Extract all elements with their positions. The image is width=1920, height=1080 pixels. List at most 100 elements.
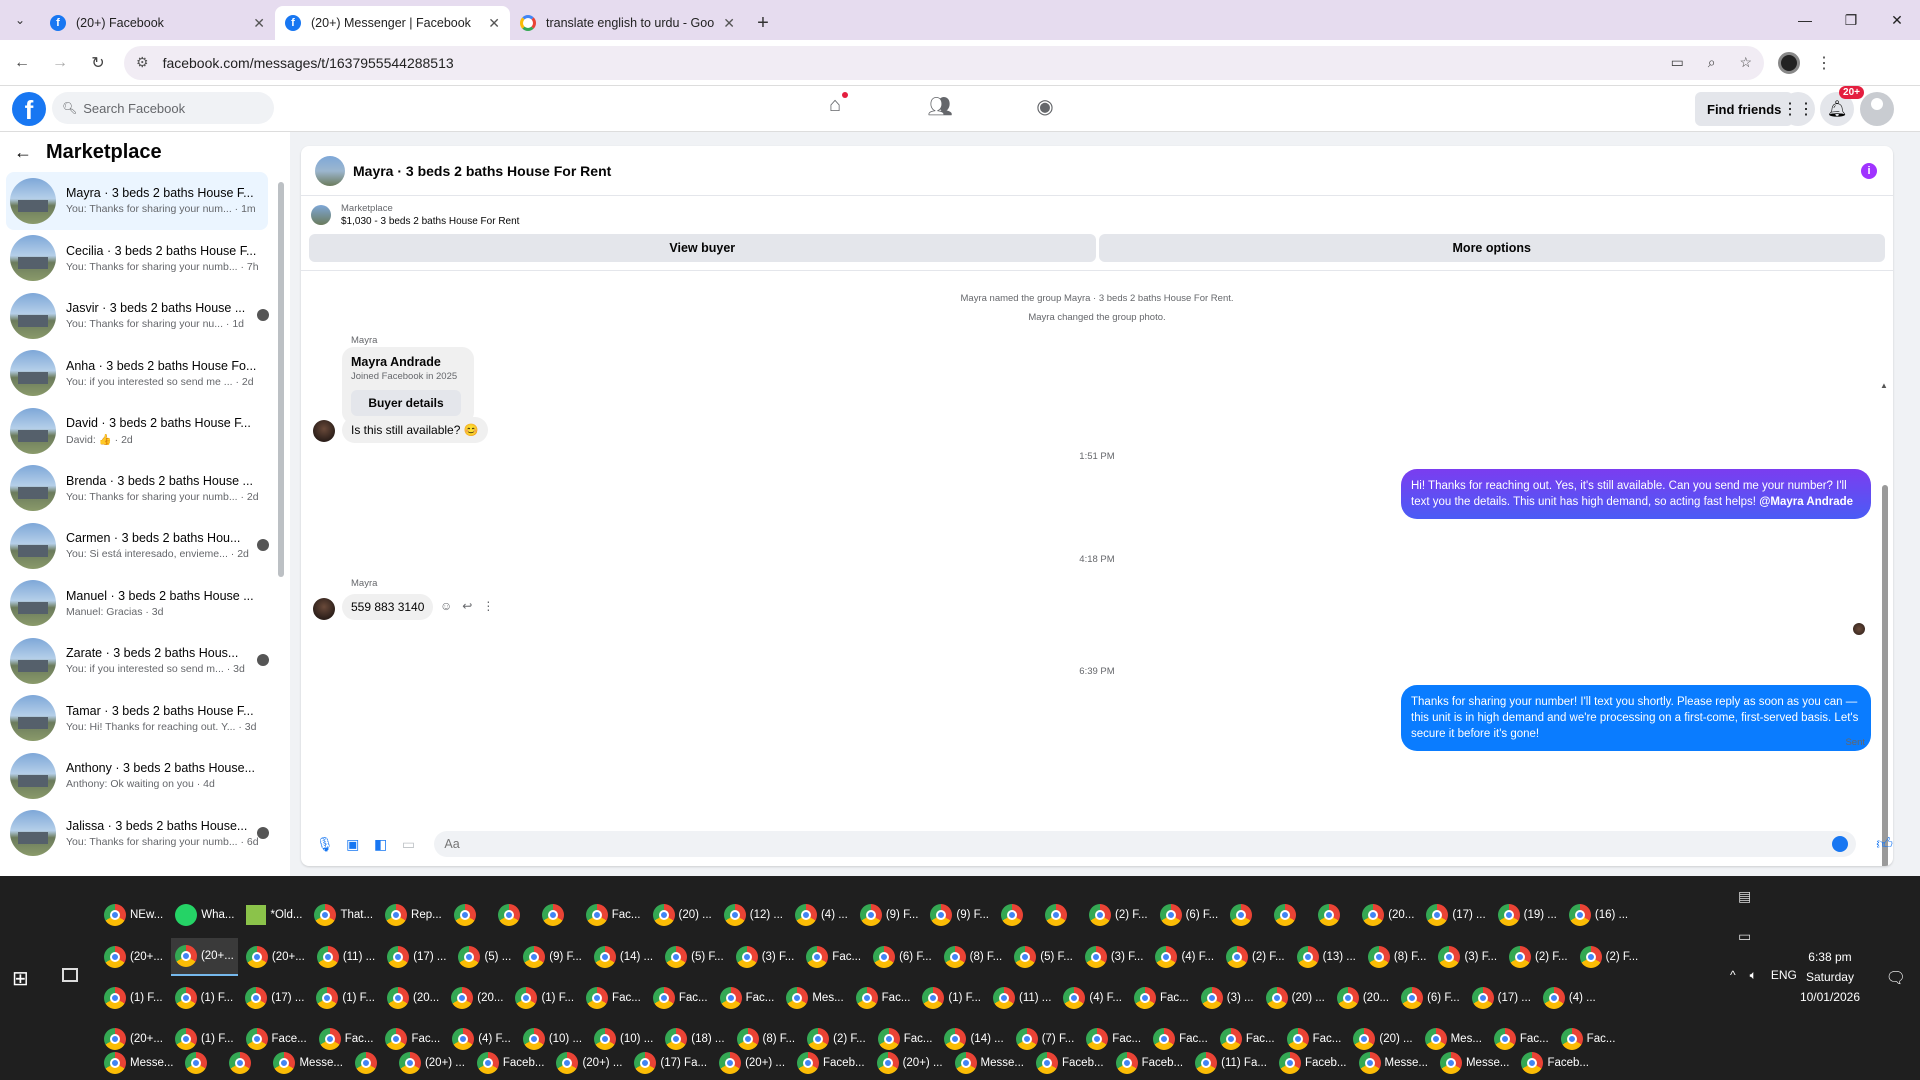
url-field[interactable]: ⚙ facebook.com/messages/t/16379555442885…: [124, 45, 1764, 80]
taskbar-window-button[interactable]: [1226, 896, 1266, 934]
taskbar-window-button[interactable]: (14) ...: [590, 938, 657, 976]
tab-messenger[interactable]: f (20+) Messenger | Facebook ✕: [275, 6, 510, 40]
groups-icon[interactable]: ◉: [1030, 94, 1060, 119]
taskbar-window-button[interactable]: [1041, 896, 1081, 934]
search-facebook-input[interactable]: 🔍︎ Search Facebook: [52, 92, 274, 124]
close-tab-icon[interactable]: ✕: [488, 15, 500, 32]
sender-avatar[interactable]: [313, 420, 335, 442]
outgoing-message[interactable]: Thanks for sharing your number! I'll tex…: [1401, 685, 1871, 752]
sender-avatar[interactable]: [313, 598, 335, 620]
taskbar-window-button[interactable]: [1270, 896, 1310, 934]
taskbar-window-button[interactable]: (20...: [383, 979, 443, 1017]
taskbar-window-button[interactable]: (9) F...: [926, 896, 993, 934]
taskbar-window-button[interactable]: (2) F...: [1505, 938, 1572, 976]
taskbar-window-button[interactable]: (20+) ...: [873, 1044, 947, 1080]
conversation-item[interactable]: Jasvir · 3 beds 2 baths House ... You: Th…: [0, 287, 275, 345]
taskbar-window-button[interactable]: (1) F...: [511, 979, 578, 1017]
home-icon[interactable]: ⌂: [820, 92, 850, 119]
taskbar-window-button[interactable]: (13) ...: [1293, 938, 1360, 976]
taskbar-window-button[interactable]: Faceb...: [1517, 1044, 1593, 1080]
taskbar-window-button[interactable]: (17) ...: [1468, 979, 1535, 1017]
find-friends-button[interactable]: Find friends: [1695, 92, 1794, 126]
taskbar-window-button[interactable]: Fac...: [649, 979, 712, 1017]
taskbar-window-button[interactable]: (16) ...: [1565, 896, 1632, 934]
taskbar-window-button[interactable]: (5) F...: [1010, 938, 1077, 976]
taskbar-window-button[interactable]: (4) F...: [1151, 938, 1218, 976]
taskbar-window-button[interactable]: Fac...: [582, 979, 645, 1017]
taskbar-window-button[interactable]: (5) ...: [454, 938, 515, 976]
taskbar-window-button[interactable]: (20+...: [170, 938, 238, 976]
conversation-item[interactable]: Tamar · 3 beds 2 baths House F... You: Hi…: [0, 690, 275, 748]
close-tab-icon[interactable]: ✕: [253, 15, 265, 32]
taskbar-window-button[interactable]: Faceb...: [793, 1044, 869, 1080]
taskbar-window-button[interactable]: (1) F...: [171, 979, 238, 1017]
notifications-bell-icon[interactable]: 🔔︎ 20+: [1820, 86, 1864, 126]
sidebar-scrollbar[interactable]: [277, 172, 285, 872]
conversation-item[interactable]: Manuel · 3 beds 2 baths House ... Manuel:…: [0, 575, 275, 633]
buyer-details-button[interactable]: Buyer details: [351, 390, 461, 416]
taskbar-window-button[interactable]: (17) ...: [383, 938, 450, 976]
conversation-item[interactable]: Anha · 3 beds 2 baths House Fo... You: if…: [0, 345, 275, 403]
language-indicator[interactable]: ENG: [1771, 968, 1797, 983]
chat-scrollbar[interactable]: ▲: [1880, 381, 1889, 866]
taskbar-window-button[interactable]: (6) F...: [1397, 979, 1464, 1017]
taskbar-window-button[interactable]: [225, 1044, 265, 1080]
install-app-icon[interactable]: ▭: [1671, 54, 1684, 70]
more-icon[interactable]: ⋮: [482, 599, 494, 613]
taskbar-window-button[interactable]: (20...: [447, 979, 507, 1017]
conversation-item[interactable]: Mayra · 3 beds 2 baths House F... You: Th…: [6, 172, 268, 230]
chevron-up-icon[interactable]: ^: [1730, 968, 1736, 983]
taskbar-window-button[interactable]: (3) ...: [1197, 979, 1258, 1017]
account-avatar[interactable]: [1860, 92, 1894, 126]
back-arrow-icon[interactable]: ←: [14, 142, 32, 163]
site-info-icon[interactable]: ⚙: [136, 54, 149, 71]
taskbar-window-button[interactable]: Fac...: [1130, 979, 1193, 1017]
taskbar-window-button[interactable]: Rep...: [381, 896, 446, 934]
taskbar-window-button[interactable]: (3) F...: [1434, 938, 1501, 976]
taskbar-window-button[interactable]: (2) F...: [1085, 896, 1152, 934]
close-tab-icon[interactable]: ✕: [723, 15, 735, 32]
taskbar-window-button[interactable]: (20...: [1358, 896, 1418, 934]
conversation-item[interactable]: Zarate · 3 beds 2 baths Hous... You: if y…: [0, 632, 275, 690]
taskbar-window-button[interactable]: [181, 1044, 221, 1080]
close-window-icon[interactable]: ✕: [1874, 0, 1920, 40]
taskbar-window-button[interactable]: (6) F...: [1156, 896, 1223, 934]
taskbar-window-button[interactable]: (20+...: [242, 938, 309, 976]
taskbar-window-button[interactable]: Messe...: [269, 1044, 346, 1080]
group-avatar[interactable]: [315, 155, 345, 186]
taskbar-window-button[interactable]: Fac...: [582, 896, 645, 934]
taskbar-window-button[interactable]: Messe...: [1355, 1044, 1432, 1080]
taskbar-window-button[interactable]: Faceb...: [1032, 1044, 1108, 1080]
taskbar-window-button[interactable]: (2) F...: [1222, 938, 1289, 976]
taskbar-window-button[interactable]: (1) F...: [312, 979, 379, 1017]
taskbar-window-button[interactable]: Messe...: [951, 1044, 1028, 1080]
bookmark-star-icon[interactable]: ☆: [1739, 54, 1752, 70]
taskbar-window-button[interactable]: (20) ...: [1262, 979, 1329, 1017]
taskbar-window-button[interactable]: Faceb...: [1112, 1044, 1188, 1080]
taskbar-window-button[interactable]: (20+) ...: [715, 1044, 789, 1080]
forward-icon[interactable]: →: [44, 47, 76, 79]
clock[interactable]: 6:38 pm Saturday 10/01/2026: [1800, 948, 1860, 1007]
taskbar-window-button[interactable]: (11) ...: [989, 979, 1055, 1017]
taskbar-window-button[interactable]: *Old...: [242, 896, 306, 934]
taskbar-window-button[interactable]: (17) ...: [241, 979, 308, 1017]
photo-icon[interactable]: ▣: [339, 836, 367, 853]
taskbar-window-button[interactable]: NEw...: [100, 896, 167, 934]
taskbar-window-button[interactable]: (11) Fa...: [1191, 1044, 1271, 1080]
facebook-logo[interactable]: f: [12, 92, 46, 126]
taskbar-window-button[interactable]: (20+...: [100, 938, 167, 976]
restore-icon[interactable]: ❐: [1828, 0, 1874, 40]
taskbar-window-button[interactable]: (4) F...: [1059, 979, 1126, 1017]
taskbar-window-button[interactable]: (3) F...: [732, 938, 799, 976]
taskbar-window-button[interactable]: (11) ...: [313, 938, 379, 976]
taskbar-window-button[interactable]: (6) F...: [869, 938, 936, 976]
browser-menu-icon[interactable]: ⋮: [1816, 53, 1832, 73]
taskbar-window-button[interactable]: That...: [310, 896, 377, 934]
like-thumb-icon[interactable]: 👍︎: [1876, 835, 1893, 854]
tab-search-icon[interactable]: ⌄: [0, 0, 40, 40]
taskbar-window-button[interactable]: (17) ...: [1422, 896, 1489, 934]
incoming-message[interactable]: Is this still available? 😊: [342, 417, 488, 443]
taskbar-window-button[interactable]: (8) F...: [1364, 938, 1431, 976]
taskbar-window-button[interactable]: Fac...: [802, 938, 865, 976]
taskbar-window-button[interactable]: Fac...: [852, 979, 915, 1017]
